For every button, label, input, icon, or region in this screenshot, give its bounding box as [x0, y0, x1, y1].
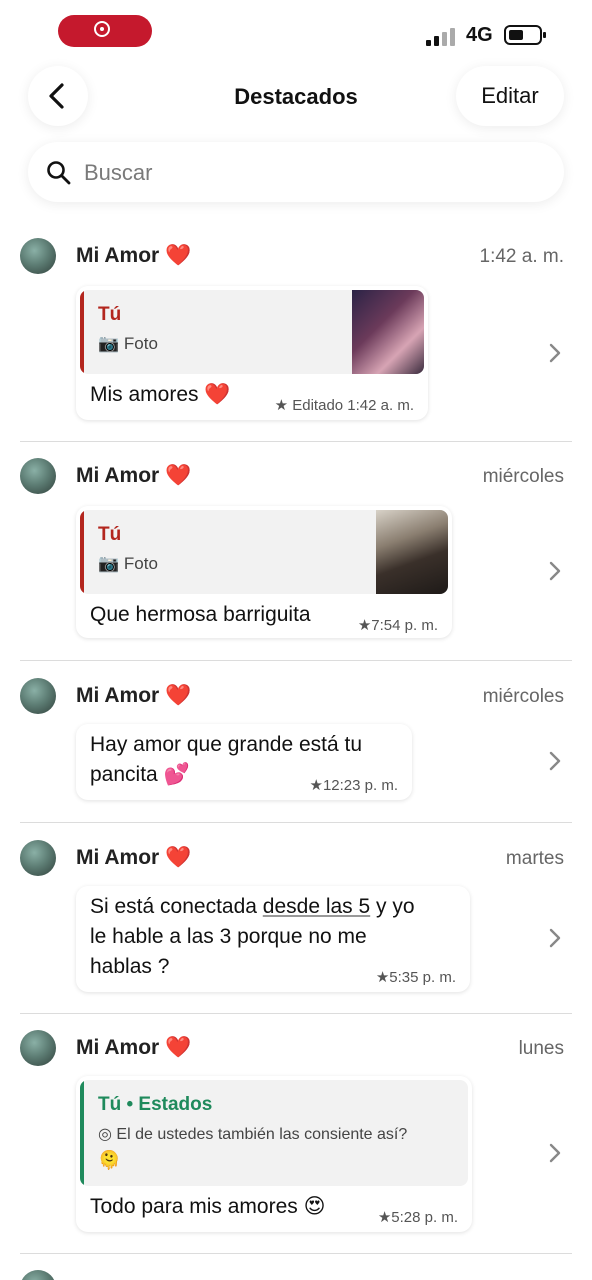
message-meta: ★7:54 p. m.	[357, 617, 438, 634]
status-icon: ◎	[98, 1126, 112, 1143]
message-text-line: Hay amor que grande está tu	[90, 733, 362, 756]
avatar[interactable]	[20, 678, 56, 714]
heart-eyes-emoji: 😍	[303, 1195, 326, 1218]
message-text-line: hablas ?	[90, 955, 170, 978]
heart-icon: ❤️	[165, 846, 192, 869]
message-text: Mis amores ❤️	[90, 383, 231, 406]
message-time: martes	[505, 848, 564, 869]
quoted-author: Tú	[98, 524, 122, 545]
nav-header: Destacados Editar	[0, 62, 592, 132]
message-bubble[interactable]: Hay amor que grande está tu pancita 💕 ★1…	[76, 724, 412, 800]
search-icon	[47, 161, 71, 185]
message-time: miércoles	[482, 686, 564, 707]
divider	[20, 660, 572, 661]
quoted-author: Tú • Estados	[98, 1094, 213, 1115]
heart-icon: ❤️	[165, 244, 192, 267]
screen-recording-indicator[interactable]	[58, 15, 152, 47]
date-link[interactable]: desde las 5	[263, 895, 370, 918]
chevron-right-icon[interactable]	[548, 750, 562, 772]
message-bubble[interactable]: Tú 📷 Foto Mis amores ❤️ ★ Editado 1:42 a…	[76, 286, 428, 420]
contact-name-wrap: Mi Amor ❤️	[76, 464, 191, 488]
status-bar: 4G	[0, 0, 592, 62]
contact-name-wrap: Mi Amor ❤️	[76, 244, 191, 268]
search-bar[interactable]	[28, 142, 564, 202]
contact-name-wrap: Mi Amor ❤️	[76, 684, 191, 708]
divider	[20, 1253, 572, 1254]
message-meta: ★5:28 p. m.	[377, 1209, 458, 1226]
camera-icon: 📷	[98, 554, 120, 573]
quoted-reply[interactable]: Tú 📷 Foto	[80, 510, 448, 594]
divider	[20, 822, 572, 823]
starred-message-item[interactable]: Mi Amor ❤️ 1:42 a. m. Tú 📷 Foto Mis amor…	[0, 232, 592, 442]
quoted-type: 📷 Foto	[98, 554, 158, 574]
message-text-line: Si está conectada desde las 5 y yo	[90, 895, 415, 918]
network-type: 4G	[466, 24, 493, 46]
record-icon	[94, 21, 110, 37]
avatar[interactable]	[20, 1030, 56, 1066]
message-meta: ★5:35 p. m.	[375, 969, 456, 986]
contact-name: Mi Amor	[76, 244, 160, 267]
starred-message-item[interactable]: Mi Amor ❤️ miércoles Tú 📷 Foto Que hermo…	[0, 452, 592, 660]
quoted-status-label: El de ustedes también las consiente así?	[116, 1126, 408, 1143]
message-time: lunes	[518, 1038, 564, 1059]
quoted-status-text: ◎ El de ustedes también las consiente as…	[98, 1124, 407, 1144]
message-text-line: pancita 💕	[90, 763, 190, 786]
search-input[interactable]	[82, 152, 546, 194]
contact-name-wrap: Mi Amor ❤️	[76, 846, 191, 870]
message-time: miércoles	[482, 466, 564, 487]
edit-button[interactable]: Editar	[456, 66, 564, 126]
starred-message-item[interactable]: Mi Amor ❤️ lunes Tú • Estados ◎ El de us…	[0, 1026, 592, 1254]
avatar[interactable]	[20, 458, 56, 494]
starred-message-item[interactable]: Mi Amor ❤️ martes Si está conectada desd…	[0, 834, 592, 1014]
quoted-type: 📷 Foto	[98, 334, 158, 354]
quoted-status[interactable]: Tú • Estados ◎ El de ustedes también las…	[80, 1080, 468, 1186]
battery-icon	[504, 25, 546, 45]
camera-icon: 📷	[98, 334, 120, 353]
quoted-type-label: Foto	[123, 334, 158, 353]
hearts-emoji: 💕	[163, 763, 190, 786]
contact-name: Mi Amor	[76, 464, 160, 487]
contact-name: Mi Amor	[76, 1036, 160, 1059]
chevron-right-icon[interactable]	[548, 927, 562, 949]
avatar[interactable]	[20, 238, 56, 274]
message-text: Que hermosa barriguita	[90, 603, 311, 626]
photo-thumbnail[interactable]	[352, 290, 424, 374]
heart-icon: ❤️	[165, 684, 192, 707]
chevron-right-icon[interactable]	[548, 560, 562, 582]
heart-icon: ❤️	[165, 464, 192, 487]
message-bubble[interactable]: Tú 📷 Foto Que hermosa barriguita ★7:54 p…	[76, 506, 452, 638]
divider	[20, 1013, 572, 1014]
message-meta: ★ Editado 1:42 a. m.	[274, 397, 414, 414]
starred-message-item-partial[interactable]	[0, 1266, 592, 1280]
message-text: Todo para mis amores 😍	[90, 1195, 326, 1218]
message-time: 1:42 a. m.	[479, 246, 565, 267]
message-text-line: le hable a las 3 porque no me	[90, 925, 367, 948]
chevron-right-icon[interactable]	[548, 342, 562, 364]
contact-name: Mi Amor	[76, 846, 160, 869]
message-bubble[interactable]: Tú • Estados ◎ El de ustedes también las…	[76, 1076, 472, 1232]
quoted-emoji: 🫠	[98, 1150, 121, 1170]
heart-icon: ❤️	[165, 1036, 192, 1059]
divider	[20, 441, 572, 442]
contact-name: Mi Amor	[76, 684, 160, 707]
quoted-type-label: Foto	[123, 554, 158, 573]
photo-thumbnail[interactable]	[376, 510, 448, 594]
quoted-reply[interactable]: Tú 📷 Foto	[80, 290, 424, 374]
message-bubble[interactable]: Si está conectada desde las 5 y yo le ha…	[76, 886, 470, 992]
chevron-right-icon[interactable]	[548, 1142, 562, 1164]
heart-emoji: ❤️	[204, 383, 231, 406]
starred-message-item[interactable]: Mi Amor ❤️ miércoles Hay amor que grande…	[0, 672, 592, 822]
avatar[interactable]	[20, 840, 56, 876]
avatar[interactable]	[20, 1270, 56, 1280]
quoted-author: Tú	[98, 304, 122, 325]
signal-icon	[426, 26, 458, 46]
contact-name-wrap: Mi Amor ❤️	[76, 1036, 191, 1060]
message-meta: ★12:23 p. m.	[309, 777, 399, 794]
